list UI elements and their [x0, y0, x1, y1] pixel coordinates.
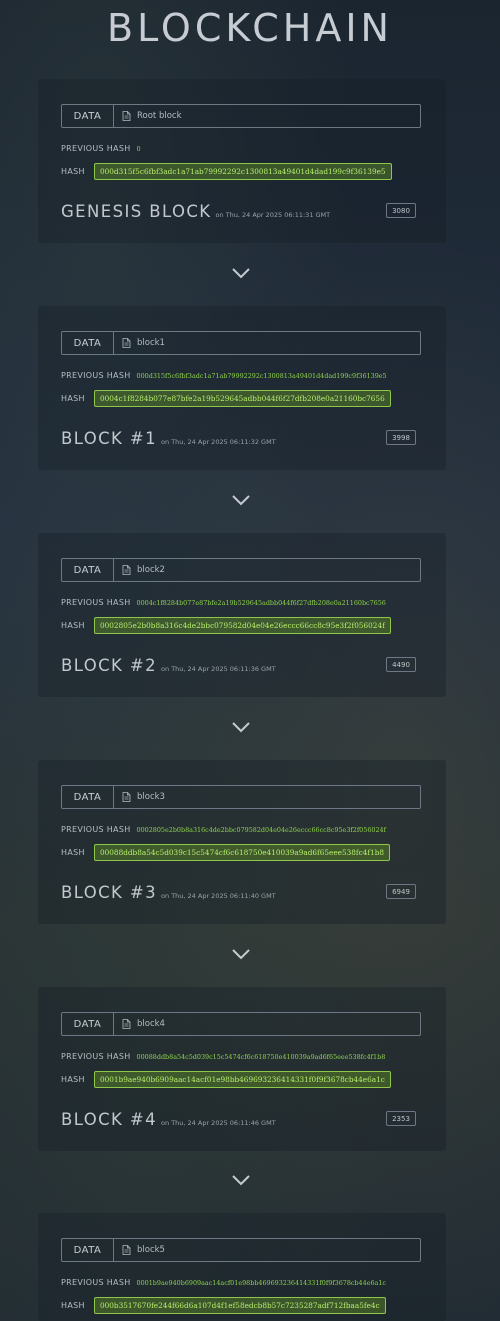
- block-title: BLOCK #2: [61, 656, 158, 675]
- previous-hash-label: PREVIOUS HASH: [61, 144, 131, 153]
- hash-label: HASH: [61, 1301, 85, 1310]
- hash-value: 0004c1f8284b077e87bfe2a19b529645adbb044f…: [94, 390, 391, 407]
- block-title: BLOCK #4: [61, 1110, 158, 1129]
- previous-hash-label: PREVIOUS HASH: [61, 598, 131, 607]
- data-field[interactable]: DATA block3: [61, 785, 421, 809]
- block-card-4: DATA block4 PREVIOUS HASH 00088ddb8a54c5…: [38, 987, 446, 1151]
- previous-hash-value: 0: [136, 144, 141, 153]
- previous-hash-label: PREVIOUS HASH: [61, 825, 131, 834]
- block-card-1: DATA block1 PREVIOUS HASH 000d315f5c6fbf…: [38, 306, 446, 470]
- data-value: block2: [137, 565, 165, 575]
- nonce-badge: 3998: [386, 430, 416, 445]
- hash-label: HASH: [61, 167, 85, 176]
- chevron-down-icon: [232, 949, 250, 960]
- data-tag: DATA: [62, 1013, 114, 1035]
- document-icon: [122, 1245, 131, 1255]
- block-title: BLOCK #3: [61, 883, 158, 902]
- hash-label: HASH: [61, 1075, 85, 1084]
- data-tag: DATA: [62, 332, 114, 354]
- block-title: GENESIS BLOCK: [61, 202, 212, 221]
- hash-label: HASH: [61, 848, 85, 857]
- block-title: BLOCK #1: [61, 429, 158, 448]
- block-card-5: DATA block5 PREVIOUS HASH 0001b9ae940b69…: [38, 1213, 446, 1321]
- data-value: block3: [137, 792, 165, 802]
- data-tag: DATA: [62, 559, 114, 581]
- page-title: BLOCKCHAIN: [107, 6, 393, 50]
- hash-label: HASH: [61, 621, 85, 630]
- data-value: block4: [137, 1019, 165, 1029]
- hash-value: 0001b9ae940b6909aac14acf01e98bb469693236…: [94, 1071, 391, 1088]
- chevron-down-icon: [232, 722, 250, 733]
- data-tag: DATA: [62, 1239, 114, 1261]
- previous-hash-value: 00088ddb8a54c5d039c15c5474cf6c618750e410…: [136, 1052, 386, 1061]
- block-card-2: DATA block2 PREVIOUS HASH 0004c1f8284b07…: [38, 533, 446, 697]
- block-timestamp: on Thu, 24 Apr 2025 06:11:46 GMT: [161, 1119, 276, 1127]
- data-field[interactable]: DATA block4: [61, 1012, 421, 1036]
- hash-value: 00088ddb8a54c5d039c15c5474cf6c618750e410…: [94, 844, 391, 861]
- previous-hash-value: 0002805e2b0b8a316c4de2bbc079582d04e04e26…: [136, 825, 386, 834]
- data-tag: DATA: [62, 105, 114, 127]
- document-icon: [122, 1019, 131, 1029]
- data-field[interactable]: DATA block1: [61, 331, 421, 355]
- previous-hash-label: PREVIOUS HASH: [61, 1278, 131, 1287]
- chevron-down-icon: [232, 1175, 250, 1186]
- data-value: Root block: [137, 111, 182, 121]
- hash-label: HASH: [61, 394, 85, 403]
- hash-value: 000d315f5c6fbf3adc1a71ab79992292c1300813…: [94, 163, 392, 180]
- previous-hash-value: 000d315f5c6fbf3adc1a71ab79992292c1300813…: [136, 371, 387, 380]
- data-value: block1: [137, 338, 165, 348]
- document-icon: [122, 111, 131, 121]
- previous-hash-label: PREVIOUS HASH: [61, 1052, 131, 1061]
- hash-value: 0002805e2b0b8a316c4de2bbc079582d04e04e26…: [94, 617, 391, 634]
- block-timestamp: on Thu, 24 Apr 2025 06:11:31 GMT: [215, 211, 331, 219]
- chevron-down-icon: [232, 268, 250, 279]
- previous-hash-label: PREVIOUS HASH: [61, 371, 131, 380]
- previous-hash-value: 0001b9ae940b6909aac14acf01e98bb469693236…: [136, 1278, 386, 1287]
- document-icon: [122, 792, 131, 802]
- chevron-down-icon: [232, 495, 250, 506]
- document-icon: [122, 565, 131, 575]
- nonce-badge: 4490: [386, 657, 416, 672]
- data-value: block5: [137, 1245, 165, 1255]
- block-timestamp: on Thu, 24 Apr 2025 06:11:36 GMT: [161, 665, 276, 673]
- block-timestamp: on Thu, 24 Apr 2025 06:11:32 GMT: [161, 438, 276, 446]
- nonce-badge: 3080: [386, 203, 416, 218]
- previous-hash-value: 0004c1f8284b077e87bfe2a19b529645adbb044f…: [136, 598, 386, 607]
- nonce-badge: 2353: [386, 1111, 416, 1126]
- data-field[interactable]: DATA Root block: [61, 104, 421, 128]
- data-field[interactable]: DATA block2: [61, 558, 421, 582]
- document-icon: [122, 338, 131, 348]
- hash-value: 000b3517670fe244f66d6a107d4f1ef58edcb8b5…: [94, 1297, 386, 1314]
- block-card-genesis: DATA Root block PREVIOUS HASH 0 HASH 000…: [38, 79, 446, 243]
- data-tag: DATA: [62, 786, 114, 808]
- data-field[interactable]: DATA block5: [61, 1238, 421, 1262]
- nonce-badge: 6949: [386, 884, 416, 899]
- block-card-3: DATA block3 PREVIOUS HASH 0002805e2b0b8a…: [38, 760, 446, 924]
- block-timestamp: on Thu, 24 Apr 2025 06:11:40 GMT: [161, 892, 276, 900]
